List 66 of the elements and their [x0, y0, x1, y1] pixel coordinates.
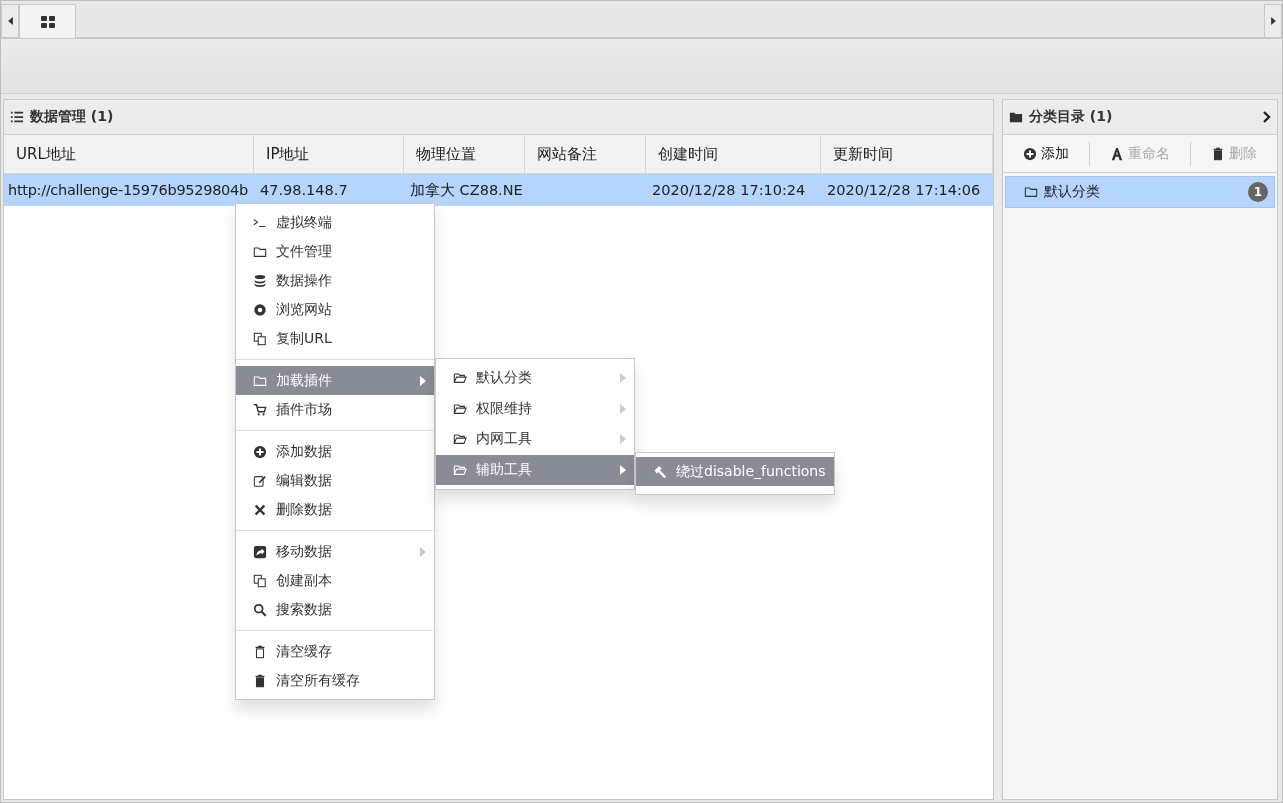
- menu-item[interactable]: 虚拟终端: [236, 208, 434, 237]
- menu-item[interactable]: 数据操作: [236, 266, 434, 295]
- menu-item[interactable]: 内网工具: [436, 424, 634, 455]
- plus-circle-icon: [253, 444, 267, 459]
- grid-icon: [40, 15, 55, 28]
- table-cell-text: http://challenge-15976b9529804b: [7, 181, 249, 200]
- menu-item[interactable]: 搜索数据: [236, 595, 434, 624]
- trash-icon: [1211, 146, 1225, 161]
- folder-icon: [453, 401, 467, 416]
- menu-item[interactable]: 编辑数据: [236, 466, 434, 495]
- caret-right-icon: [1270, 17, 1276, 25]
- scroll-left-button[interactable]: [1, 4, 19, 38]
- folder-icon: [453, 462, 467, 477]
- category-label: 默认分类: [1044, 183, 1101, 201]
- menu-item[interactable]: 权限维持: [436, 393, 634, 424]
- plus-circle-icon: [1023, 146, 1037, 161]
- cart-icon: [253, 402, 267, 417]
- panel-title: 数据管理 (1): [30, 108, 115, 126]
- category-item[interactable]: 默认分类 1: [1005, 176, 1275, 208]
- table-cell-text: 2020/12/28 17:14:06: [826, 181, 982, 200]
- menu-item[interactable]: 文件管理: [236, 237, 434, 266]
- font-icon: [1110, 146, 1124, 161]
- column-header[interactable]: 网站备注: [525, 135, 646, 173]
- column-header[interactable]: 更新时间: [821, 135, 993, 173]
- panel-title: 分类目录 (1): [1029, 108, 1114, 126]
- trash-icon: [253, 644, 267, 659]
- chevron-right-icon[interactable]: [1263, 111, 1271, 123]
- folder-icon: [1024, 185, 1038, 199]
- column-header[interactable]: 创建时间: [646, 135, 821, 173]
- trash-icon: [253, 673, 267, 688]
- menu-item[interactable]: 复制URL: [236, 324, 434, 353]
- database-icon: [253, 273, 267, 288]
- menu-item[interactable]: 默认分类: [436, 363, 634, 394]
- edit-icon: [253, 473, 267, 488]
- table-cell-text: 加拿大 CZ88.NE: [409, 180, 524, 200]
- menu-item[interactable]: 创建副本: [236, 566, 434, 595]
- scroll-right-button[interactable]: [1264, 4, 1282, 38]
- caret-left-icon: [7, 17, 13, 25]
- menu-item[interactable]: 清空所有缓存: [236, 666, 434, 695]
- search-icon: [253, 602, 267, 617]
- table-row[interactable]: http://challenge-15976b9529804b 47.98.148.7 加拿大 CZ88.NE 2020/12/28 17:10:24 2020/12/28 17:14:06: [4, 174, 993, 206]
- list-icon: [10, 110, 24, 124]
- folder-icon: [253, 373, 267, 388]
- table-cell-text: 2020/12/28 17:10:24: [651, 181, 807, 200]
- menu-item[interactable]: 删除数据: [236, 495, 434, 524]
- menu-item[interactable]: 移动数据: [236, 537, 434, 566]
- count-badge: 1: [1248, 182, 1268, 202]
- folder-icon: [453, 432, 467, 447]
- folder-icon: [253, 244, 267, 259]
- cross-icon: [253, 502, 267, 517]
- column-header[interactable]: IP地址: [254, 135, 404, 173]
- folder-icon: [453, 371, 467, 386]
- folder-icon: [1009, 110, 1023, 124]
- hammer-icon: [653, 464, 667, 479]
- menu-item[interactable]: 浏览网站: [236, 295, 434, 324]
- share-icon: [253, 544, 267, 559]
- column-header[interactable]: 物理位置: [404, 135, 525, 173]
- column-header[interactable]: URL地址: [4, 135, 254, 173]
- dashboard-tab[interactable]: [19, 4, 76, 38]
- menu-item[interactable]: 添加数据: [236, 437, 434, 466]
- toolbar-button[interactable]: 添加: [1015, 140, 1077, 167]
- copy-icon: [253, 573, 267, 588]
- table-cell-text: 47.98.148.7: [259, 181, 349, 200]
- copy-icon: [253, 331, 267, 346]
- menu-item[interactable]: 清空缓存: [236, 637, 434, 666]
- menu-item[interactable]: 插件市场: [236, 395, 434, 424]
